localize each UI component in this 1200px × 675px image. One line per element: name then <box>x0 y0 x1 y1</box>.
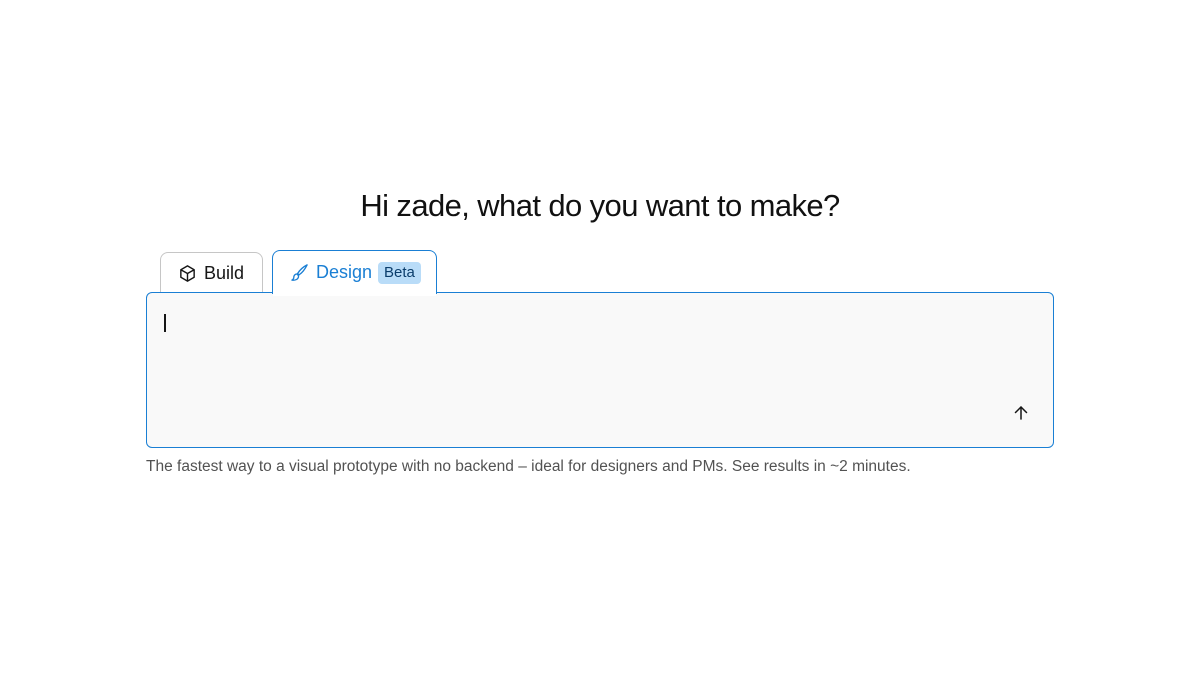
prompt-input[interactable] <box>163 311 993 421</box>
page-title: Hi zade, what do you want to make? <box>360 188 840 223</box>
tab-design-label: Design <box>316 262 373 282</box>
beta-badge: Beta <box>378 261 421 284</box>
tab-build-label: Build <box>204 263 245 283</box>
text-caret <box>164 314 166 332</box>
cube-icon <box>178 264 197 283</box>
prompt-box <box>146 292 1054 448</box>
mode-tabs: Build Design Beta <box>160 250 437 296</box>
tab-build[interactable]: Build <box>160 252 263 294</box>
tab-design[interactable]: Design Beta <box>272 250 437 296</box>
arrow-up-icon <box>1012 404 1030 422</box>
helper-text: The fastest way to a visual prototype wi… <box>146 458 911 475</box>
paintbrush-icon <box>290 263 309 282</box>
send-button[interactable] <box>1009 401 1033 425</box>
